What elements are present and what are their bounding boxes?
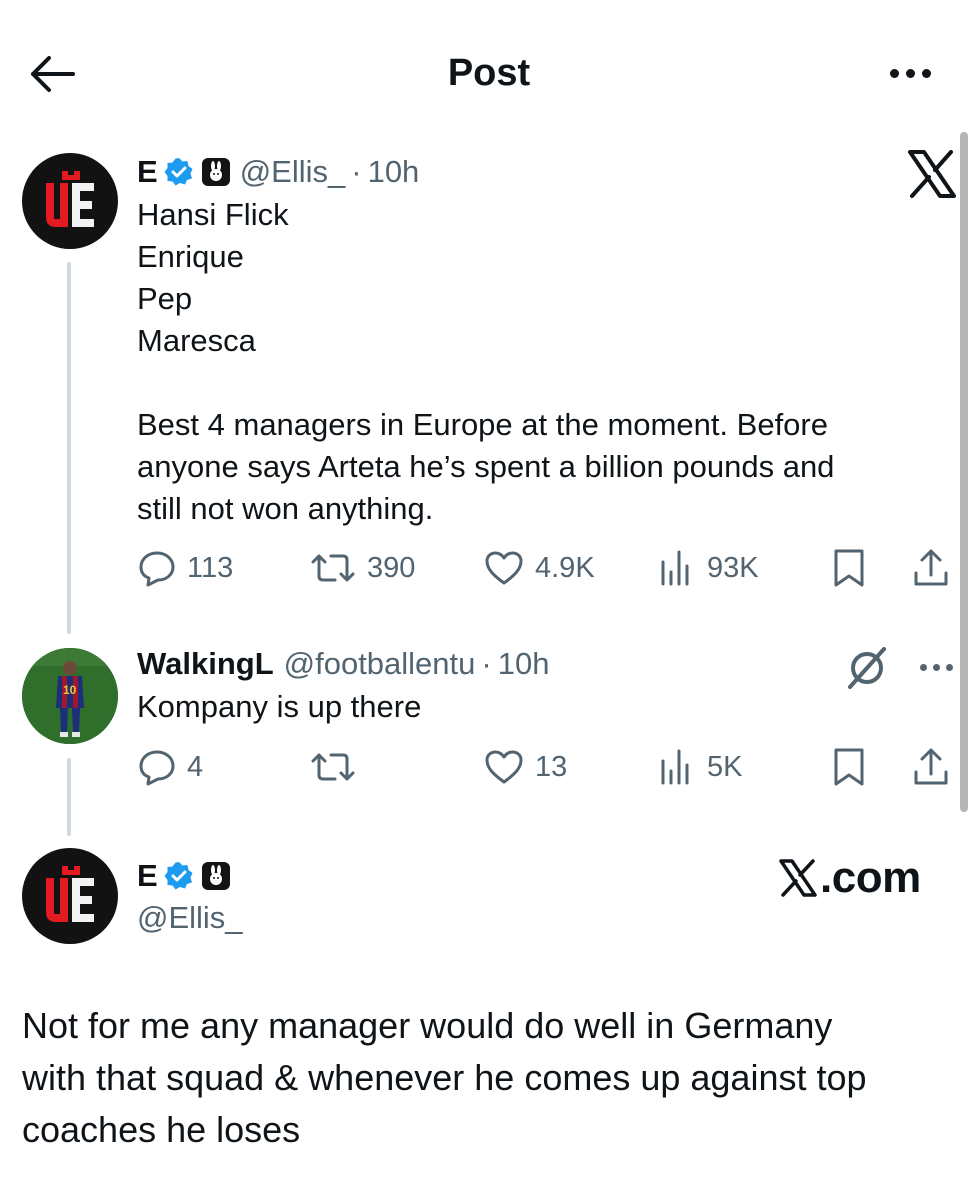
post-text-line: still not won anything. [137,491,434,526]
author-handle[interactable]: @Ellis_ [240,154,346,190]
like-count: 4.9K [535,551,595,584]
repost-icon [311,753,355,781]
quote-text-line: coaches he loses [22,1109,301,1150]
avatar-main-post[interactable] [22,153,118,249]
quote-text-line: with that squad & whenever he comes up a… [22,1057,867,1098]
reply-text: Kompany is up there [137,686,421,728]
reply-author-handle[interactable]: @footballentu [284,646,476,682]
reply-text-line: Kompany is up there [137,689,422,724]
quote-text-line: Not for me any manager would do well in … [22,1005,833,1046]
more-options-button[interactable] [880,58,940,88]
bookmark-icon [834,748,864,786]
main-post-author-row: E @Ellis_ · 10h [137,152,419,192]
reply-count: 4 [187,750,204,783]
reply-author-name[interactable]: WalkingL [137,646,274,682]
like-button[interactable]: 13 [483,744,567,790]
reply-icon [139,750,175,786]
share-button[interactable] [911,545,951,591]
xcom-text: .com [820,853,921,902]
reply-button[interactable]: 4 [137,744,203,790]
views-count: 93K [707,551,759,584]
views-chart-icon [661,550,689,586]
repost-button[interactable]: 390 [309,545,415,591]
x-logo-icon [778,859,818,897]
views-count: 5K [707,750,743,783]
scrollbar[interactable] [960,132,968,812]
x-logo-icon [908,150,956,198]
thread-line [67,758,71,836]
views-button[interactable]: 93K [657,545,759,591]
bookmark-button[interactable] [831,545,867,591]
quote-author-row: E [137,856,230,896]
quote-author-name[interactable]: E [137,858,158,894]
heart-icon [485,750,523,784]
repost-button[interactable] [309,744,367,790]
main-post-text: Hansi Flick Enrique Pep Maresca Best 4 m… [137,194,834,530]
xcom-watermark: .com [778,850,938,906]
ue-logo-icon [46,866,94,922]
post-text-line: Maresca [137,323,256,358]
author-name[interactable]: E [137,154,158,190]
page-title: Post [447,52,531,94]
share-icon [914,748,948,785]
views-chart-icon [661,749,689,785]
rabbit-affiliate-icon[interactable] [201,862,230,890]
main-post-actions: 113 390 4.9K 93K [137,545,957,591]
verified-badge-icon [164,861,194,891]
avatar-reply[interactable]: 10 [22,648,118,744]
reply-more-button[interactable] [912,657,960,677]
quote-author-handle[interactable]: @Ellis_ [137,898,243,938]
quote-text: Not for me any manager would do well in … [22,1000,952,1156]
bookmark-icon [834,549,864,587]
like-button[interactable]: 4.9K [483,545,595,591]
repost-icon [311,554,355,582]
share-icon [914,549,948,586]
reply-author-row: WalkingL @footballentu · 10h [137,644,549,684]
post-text-line: anyone says Arteta he’s spent a billion … [137,449,835,484]
post-text-line: Enrique [137,239,244,274]
header-bar: Post [0,0,978,140]
separator-dot: · [351,154,362,189]
grok-icon[interactable] [842,643,892,693]
ue-logo-icon [46,171,94,227]
verified-badge-icon [164,157,194,187]
reply-button[interactable]: 113 [137,545,233,591]
like-count: 13 [535,750,568,783]
share-button[interactable] [911,744,951,790]
reply-actions: 4 13 5K [137,744,957,790]
reply-time[interactable]: 10h [498,646,550,682]
more-horizontal-icon [919,663,927,671]
bookmark-button[interactable] [831,744,867,790]
player-photo-icon: 10 [22,648,118,744]
heart-icon [485,551,523,585]
post-text-line: Hansi Flick [137,197,289,232]
thread-line [67,262,71,634]
post-text-line: Pep [137,281,193,316]
post-text-line: Best 4 managers in Europe at the moment.… [137,407,828,442]
svg-text:10: 10 [63,683,77,697]
avatar-quote[interactable] [22,848,118,944]
reply-icon [139,551,175,587]
views-button[interactable]: 5K [657,744,742,790]
post-text-spacer [137,362,834,404]
separator-dot: · [481,646,492,681]
reply-count: 113 [187,551,234,584]
post-time[interactable]: 10h [368,154,420,190]
repost-count: 390 [367,551,416,584]
more-horizontal-icon [889,68,899,78]
rabbit-affiliate-icon[interactable] [201,158,230,186]
